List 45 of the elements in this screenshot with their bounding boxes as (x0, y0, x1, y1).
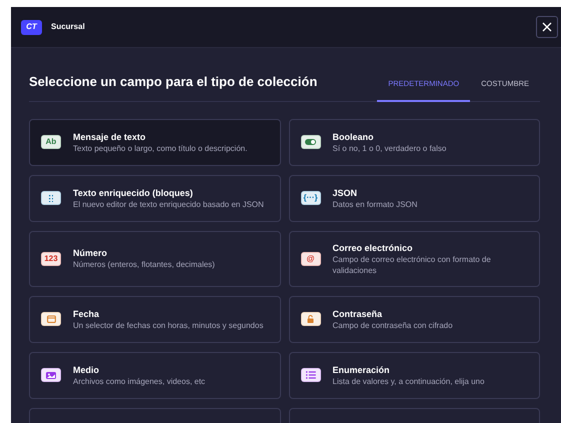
field-type-title: JSON (332, 186, 358, 198)
field-type-card[interactable]: 123 Número Números (enteros, flotantes, decimales) (29, 230, 280, 286)
field-type-description: Campo de contraseña con cifrado (332, 320, 453, 330)
field-type-card[interactable]: Contraseña Campo de contraseña con cifrado (288, 296, 540, 342)
list-icon (306, 371, 316, 379)
field-type-badge: {···} (300, 191, 320, 205)
logo-badge: CT (21, 20, 42, 34)
field-type-badge: @ (300, 252, 320, 266)
field-type-description: Sí o no, 1 o 0, verdadero o falso (332, 142, 446, 154)
field-type-title: Fecha (73, 308, 100, 320)
field-type-title: Booleano (332, 130, 375, 142)
calendar-icon (46, 315, 56, 323)
field-type-card[interactable]: Booleano Sí o no, 1 o 0, verdadero o falso (288, 118, 540, 166)
field-type-card[interactable]: Texto enriquecido (bloques) El nuevo editor de texto enriquecido basado en JSON (29, 174, 280, 222)
field-type-card[interactable]: {···} JSON Datos en formato JSON (288, 174, 540, 222)
field-type-description: Texto pequeño o largo, como título o descripción. (73, 142, 248, 154)
field-type-description: Un selector de fechas con horas, minutos y segundos (73, 320, 264, 330)
field-type-description: Lista de valores y, a continuación, elija uno (332, 376, 484, 386)
field-type-description: Campo de correo electrónico con formato de validaciones (332, 254, 492, 276)
media-icon (46, 372, 56, 378)
dialog-heading: Seleccione un campo para el tipo de colección (29, 73, 318, 91)
field-type-title: Enumeración (332, 364, 391, 376)
field-type-title: Medio (73, 364, 100, 376)
field-type-card[interactable]: @ Correo electrónico Campo de correo electrónico con formato de validaciones (288, 230, 540, 286)
dots-grid-icon (49, 194, 53, 202)
field-type-card[interactable]: Medio Archivos como imágenes, videos, etc (29, 352, 280, 398)
field-type-card[interactable]: Enumeración Lista de valores y, a continuación, elija uno (288, 352, 540, 398)
toggle-icon (305, 139, 316, 145)
field-type-card[interactable]: Fecha Un selector de fechas con horas, minutos y segundos (29, 296, 280, 342)
field-type-description: Números (enteros, flotantes, decimales) (73, 259, 215, 270)
field-type-badge: Ab (41, 135, 61, 149)
field-type-title: Texto enriquecido (bloques) (73, 186, 194, 198)
close-button[interactable] (536, 16, 558, 38)
field-type-description: Archivos como imágenes, videos, etc (73, 376, 206, 386)
close-icon (542, 22, 552, 32)
field-type-description: El nuevo editor de texto enriquecido basado en JSON (73, 198, 264, 210)
field-type-title: Número (73, 247, 108, 259)
collection-name: Sucursal (51, 21, 85, 33)
field-type-title: Mensaje de texto (73, 130, 147, 142)
field-type-title: Correo electrónico (332, 242, 414, 254)
lock-icon (307, 315, 314, 323)
field-type-badge: 123 (41, 252, 61, 266)
field-type-card[interactable]: Ab Mensaje de texto Texto pequeño o largo, como título o descripción. (29, 118, 280, 166)
field-type-title: Contraseña (332, 308, 384, 320)
field-type-description: Datos en formato JSON (332, 198, 418, 210)
